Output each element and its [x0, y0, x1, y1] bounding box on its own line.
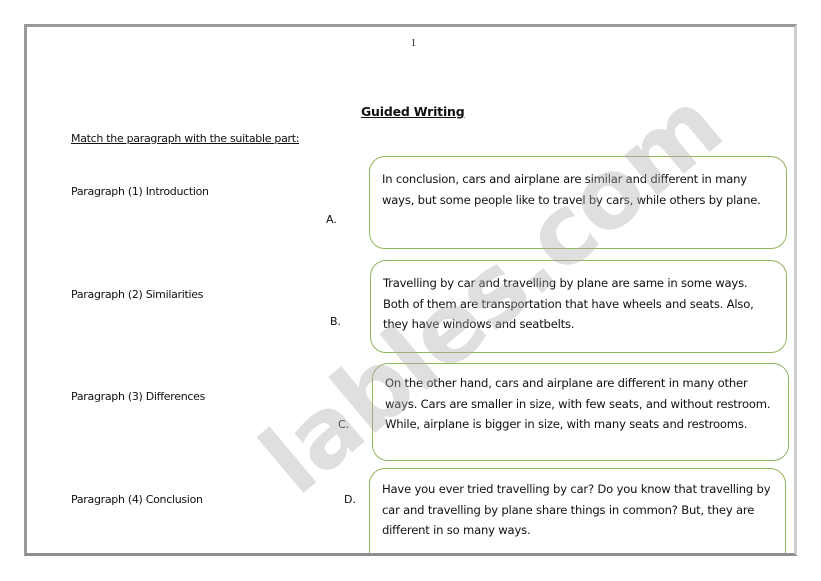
part-letter-b: B.: [330, 315, 342, 328]
paragraph-label-introduction: Paragraph (1) Introduction: [71, 185, 209, 198]
worksheet-title: Guided Writing: [361, 104, 465, 119]
part-box-c: On the other hand, cars and airplane are…: [372, 363, 789, 461]
part-box-a: In conclusion, cars and airplane are sim…: [369, 156, 787, 249]
page-number: 1: [411, 38, 416, 49]
part-box-b: Travelling by car and travelling by plan…: [370, 260, 787, 353]
part-letter-c: C.: [338, 418, 350, 431]
part-text-a: In conclusion, cars and airplane are sim…: [382, 172, 761, 207]
part-letter-a: A.: [326, 213, 337, 226]
paragraph-label-differences: Paragraph (3) Differences: [71, 390, 206, 403]
part-text-d: Have you ever tried travelling by car? D…: [382, 482, 771, 537]
part-letter-d: D.: [344, 493, 356, 506]
part-text-c: On the other hand, cars and airplane are…: [385, 376, 771, 431]
instructions: Match the paragraph with the suitable pa…: [71, 132, 300, 145]
part-text-b: Travelling by car and travelling by plan…: [383, 276, 754, 331]
worksheet-page: 1 Guided Writing Match the paragraph wit…: [24, 24, 797, 556]
part-box-d: Have you ever tried travelling by car? D…: [369, 468, 786, 553]
paragraph-label-similarities: Paragraph (2) Similarities: [71, 288, 204, 301]
paragraph-label-conclusion: Paragraph (4) Conclusion: [71, 493, 203, 506]
